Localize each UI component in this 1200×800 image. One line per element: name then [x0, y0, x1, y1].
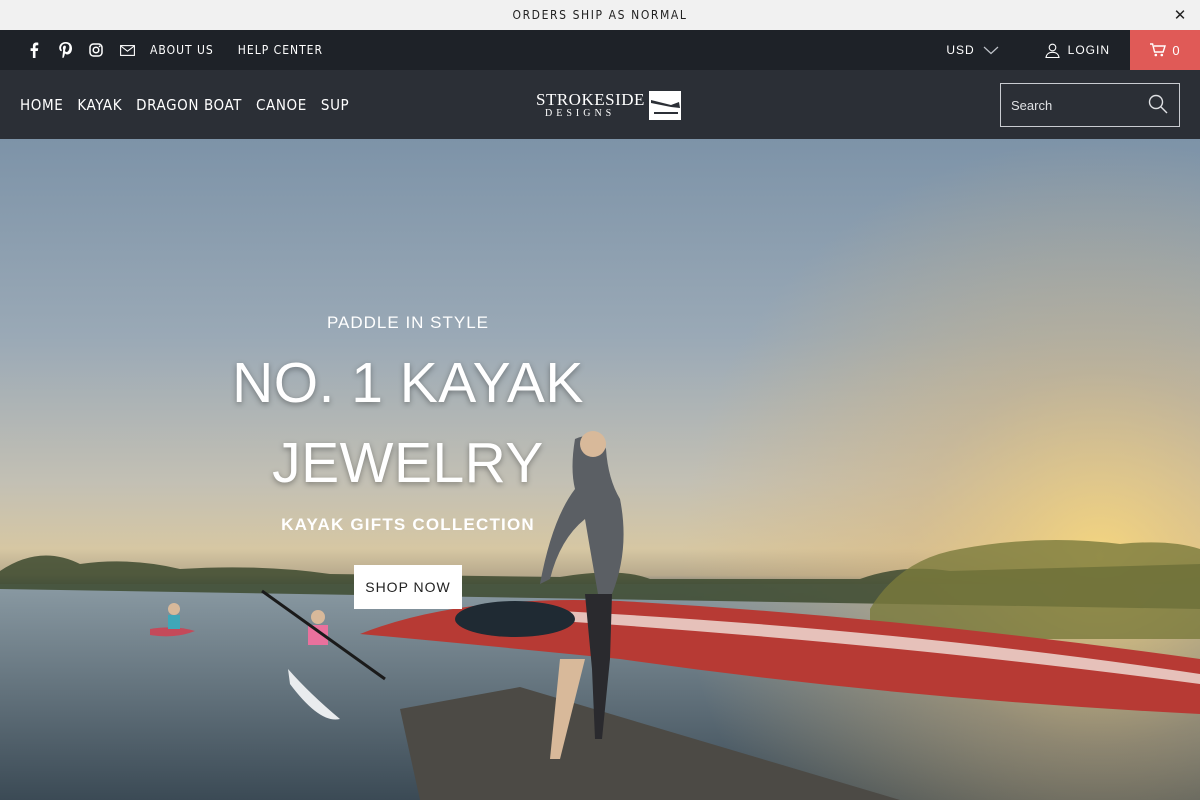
cart-button[interactable]: 0 — [1130, 30, 1200, 70]
hero-banner: PADDLE IN STYLE NO. 1 KAYAK JEWELRY KAYA… — [0, 139, 1200, 800]
login-link[interactable]: LOGIN — [1045, 43, 1110, 58]
chevron-down-icon — [983, 46, 999, 54]
hero-eyebrow: PADDLE IN STYLE — [326, 313, 490, 332]
cart-count: 0 — [1172, 42, 1180, 58]
nav-item-canoe[interactable]: CANOE — [256, 96, 307, 114]
email-icon[interactable] — [119, 42, 135, 58]
nav-item-home[interactable]: HOME — [20, 96, 63, 114]
shop-now-button[interactable]: SHOP NOW — [354, 565, 462, 609]
nav-item-dragon-boat[interactable]: DRAGON BOAT — [136, 96, 242, 114]
logo-top-text: STROKESIDE — [536, 90, 645, 109]
main-header: HOME KAYAK DRAGON BOAT CANOE SUP STROKES… — [0, 70, 1200, 139]
close-icon[interactable]: ✕ — [1172, 6, 1188, 24]
cart-icon — [1150, 43, 1167, 57]
search-input[interactable] — [1011, 97, 1141, 113]
nav-item-sup[interactable]: SUP — [321, 96, 349, 114]
announcement-bar: ORDERS SHIP AS NORMAL ✕ — [0, 0, 1200, 30]
announcement-text: ORDERS SHIP AS NORMAL — [512, 8, 688, 22]
instagram-icon[interactable] — [88, 42, 104, 58]
nav-item-kayak[interactable]: KAYAK — [77, 96, 122, 114]
pinterest-icon[interactable] — [57, 42, 73, 58]
logo-bottom-text: DESIGNS — [545, 108, 616, 119]
user-icon — [1045, 43, 1060, 58]
currency-label: USD — [946, 43, 975, 57]
hero-content: PADDLE IN STYLE NO. 1 KAYAK JEWELRY KAYA… — [208, 309, 608, 609]
main-nav: HOME KAYAK DRAGON BOAT CANOE SUP — [20, 70, 363, 139]
facebook-icon[interactable] — [26, 42, 42, 58]
site-logo[interactable]: STROKESIDE DESIGNS — [536, 89, 681, 121]
help-center-link[interactable]: HELP CENTER — [238, 43, 323, 57]
search-icon[interactable] — [1148, 94, 1168, 114]
logo-wordmark: STROKESIDE DESIGNS — [536, 91, 645, 119]
utility-bar: ABOUT US HELP CENTER USD LOGIN 0 — [0, 30, 1200, 70]
paddle-logo-icon — [648, 90, 681, 120]
search-box — [1000, 83, 1180, 127]
hero-subhead: KAYAK GIFTS COLLECTION — [281, 515, 535, 534]
login-label: LOGIN — [1067, 43, 1110, 57]
about-us-link[interactable]: ABOUT US — [150, 43, 214, 57]
hero-headline: NO. 1 KAYAK JEWELRY — [208, 343, 608, 503]
hero-headline-line-1: NO. 1 KAYAK — [232, 351, 584, 415]
currency-selector[interactable]: USD — [946, 43, 999, 57]
hero-headline-line-2: JEWELRY — [272, 431, 544, 495]
